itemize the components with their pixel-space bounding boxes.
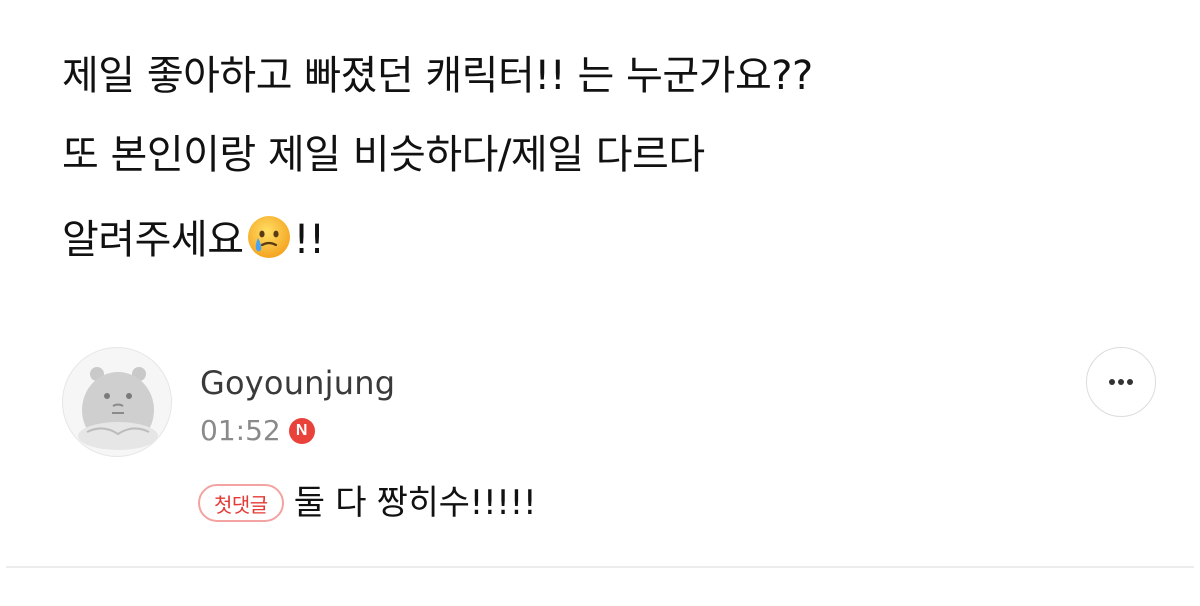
- comment-meta: 01:52 N: [200, 413, 315, 449]
- post-text-line-3-text: 알려주세요: [62, 217, 244, 263]
- comment-time: 01:52: [200, 414, 281, 447]
- comment-text: 둘 다 짱히수!!!!!: [293, 483, 537, 523]
- more-dots-icon: [1109, 379, 1133, 385]
- new-badge: N: [288, 418, 315, 444]
- post-text-line-2: 또 본인이랑 제일 비슷하다/제일 다르다: [62, 132, 705, 178]
- comment-content-row: 첫댓글 둘 다 짱히수!!!!!: [198, 481, 537, 525]
- avatar[interactable]: [62, 347, 172, 457]
- comment-author[interactable]: Goyounjung: [200, 365, 395, 401]
- more-options-button[interactable]: [1086, 347, 1156, 417]
- post-text-line-3-suffix: !!: [293, 217, 326, 263]
- hippo-avatar-icon: [78, 367, 158, 450]
- post-text-line-3: 알려주세요 !!: [62, 214, 1162, 260]
- post-text-line-1: 제일 좋아하고 빠졌던 캐릭터!! 는 누군가요??: [62, 53, 813, 99]
- comment: Goyounjung 01:52 N 첫댓글 둘 다 짱히수!!!!!: [62, 347, 1162, 537]
- first-comment-badge: 첫댓글: [198, 484, 284, 522]
- post-body: 제일 좋아하고 빠졌던 캐릭터!! 는 누군가요?? 또 본인이랑 제일 비슷하…: [62, 56, 1162, 293]
- divider: [6, 566, 1194, 568]
- face-holding-back-tears-icon: [246, 214, 292, 260]
